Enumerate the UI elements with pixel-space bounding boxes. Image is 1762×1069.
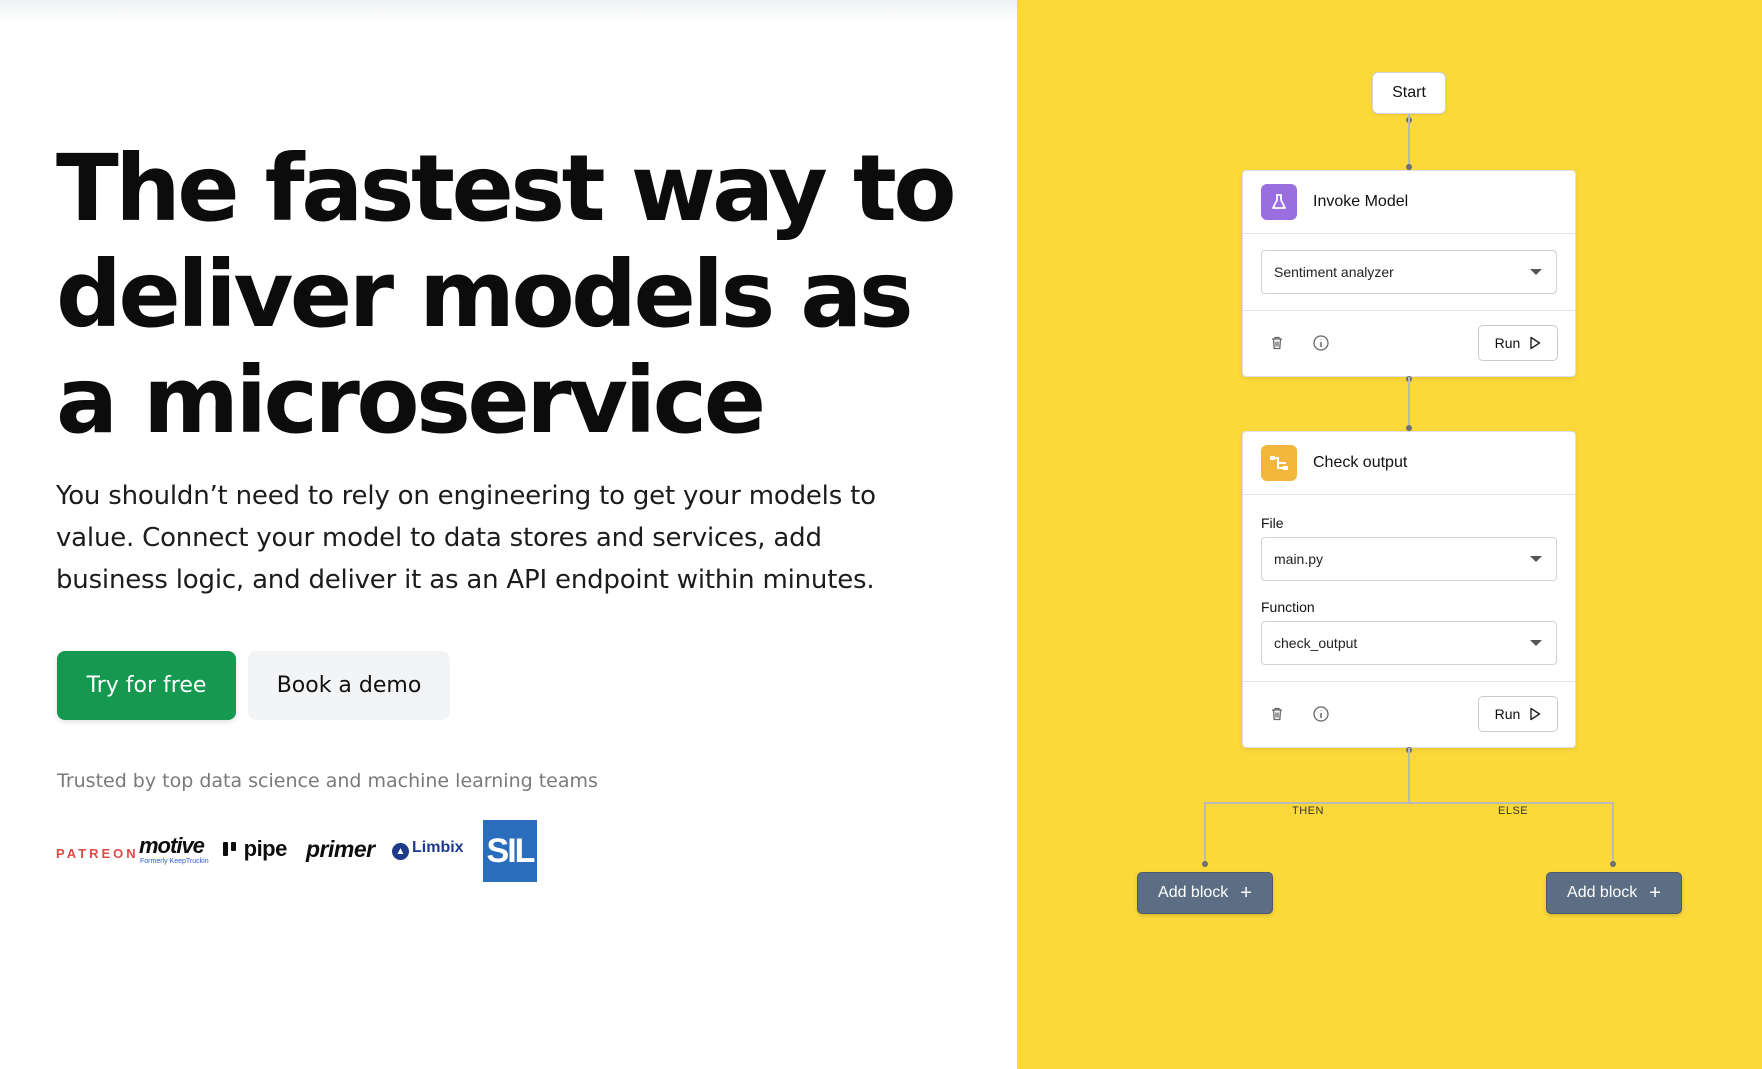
file-field-label: File bbox=[1261, 515, 1284, 531]
else-label: ELSE bbox=[1494, 805, 1533, 817]
invoke-run-button[interactable]: Run bbox=[1478, 325, 1558, 361]
check-output-card[interactable]: Check output File main.py Function check… bbox=[1242, 431, 1576, 748]
add-block-then-button[interactable]: Add block + bbox=[1137, 872, 1273, 914]
patreon-logo: PATREON bbox=[56, 846, 139, 861]
pipe-mark-icon bbox=[223, 842, 236, 856]
primer-logo: primer bbox=[306, 836, 375, 862]
play-icon bbox=[1530, 707, 1541, 721]
else-line bbox=[1612, 802, 1614, 866]
book-a-demo-button[interactable]: Book a demo bbox=[248, 651, 450, 720]
motive-logo-subtitle: Formerly KeepTruckin bbox=[140, 858, 209, 865]
info-icon[interactable] bbox=[1311, 704, 1331, 724]
model-select-value: Sentiment analyzer bbox=[1274, 264, 1394, 280]
check-run-label: Run bbox=[1494, 706, 1521, 722]
try-for-free-button[interactable]: Try for free bbox=[57, 651, 236, 720]
connector-line bbox=[1408, 748, 1410, 803]
check-output-title: Check output bbox=[1313, 454, 1408, 471]
pipe-logo-text: pipe bbox=[243, 836, 288, 861]
connector-dot bbox=[1610, 861, 1616, 867]
info-icon[interactable] bbox=[1311, 333, 1331, 353]
invoke-model-title: Invoke Model bbox=[1313, 193, 1409, 210]
file-select[interactable]: main.py bbox=[1261, 537, 1557, 581]
chevron-down-icon bbox=[1530, 556, 1542, 562]
header-shadow bbox=[0, 0, 1017, 22]
hero-headline: The fastest way to deliver models as a m… bbox=[56, 135, 957, 454]
motive-logo: motive bbox=[139, 833, 205, 858]
invoke-run-label: Run bbox=[1494, 335, 1521, 351]
connector-line bbox=[1408, 377, 1410, 432]
check-output-header: Check output bbox=[1243, 432, 1575, 495]
chevron-down-icon bbox=[1530, 640, 1542, 646]
connector-dot bbox=[1202, 861, 1208, 867]
hero-subtext: You shouldn’t need to rely on engineerin… bbox=[56, 481, 876, 595]
branch-icon bbox=[1261, 445, 1297, 481]
then-line bbox=[1204, 802, 1206, 866]
model-select[interactable]: Sentiment analyzer bbox=[1261, 250, 1557, 294]
trash-icon[interactable] bbox=[1267, 333, 1287, 353]
invoke-model-header: Invoke Model bbox=[1243, 171, 1575, 234]
start-node[interactable]: Start bbox=[1372, 72, 1446, 114]
check-output-footer: Run bbox=[1243, 681, 1575, 745]
check-run-button[interactable]: Run bbox=[1478, 696, 1558, 732]
function-select[interactable]: check_output bbox=[1261, 621, 1557, 665]
file-select-value: main.py bbox=[1274, 551, 1324, 567]
add-block-else-button[interactable]: Add block + bbox=[1546, 872, 1682, 914]
connector-line bbox=[1408, 114, 1410, 171]
pipe-logo: pipe bbox=[222, 836, 287, 862]
function-select-value: check_output bbox=[1274, 635, 1358, 651]
chevron-down-icon bbox=[1530, 269, 1542, 275]
flask-icon bbox=[1261, 184, 1297, 220]
invoke-model-card[interactable]: Invoke Model Sentiment analyzer Run bbox=[1242, 170, 1576, 377]
branch-line bbox=[1204, 802, 1614, 804]
customer-logos: PATREON motive Formerly KeepTruckin pipe… bbox=[56, 820, 556, 882]
plus-icon: + bbox=[1240, 882, 1252, 904]
check-output-body: File main.py Function check_output bbox=[1243, 495, 1575, 681]
limbix-triangle-icon: ▲ bbox=[392, 843, 409, 860]
trash-icon[interactable] bbox=[1267, 704, 1287, 724]
play-icon bbox=[1530, 336, 1541, 350]
invoke-model-footer: Run bbox=[1243, 310, 1575, 374]
trusted-by-text: Trusted by top data science and machine … bbox=[57, 770, 598, 792]
invoke-model-body: Sentiment analyzer bbox=[1243, 234, 1575, 310]
sil-logo: SIL bbox=[483, 820, 537, 882]
function-field-label: Function bbox=[1261, 599, 1315, 615]
add-block-label: Add block bbox=[1158, 884, 1229, 901]
add-block-label: Add block bbox=[1567, 884, 1638, 901]
plus-icon: + bbox=[1649, 882, 1661, 904]
limbix-logo-text: Limbix bbox=[412, 839, 464, 856]
hero-section: The fastest way to deliver models as a m… bbox=[0, 0, 1017, 1069]
then-label: THEN bbox=[1288, 805, 1328, 817]
limbix-logo: ▲ Limbix bbox=[392, 839, 464, 860]
